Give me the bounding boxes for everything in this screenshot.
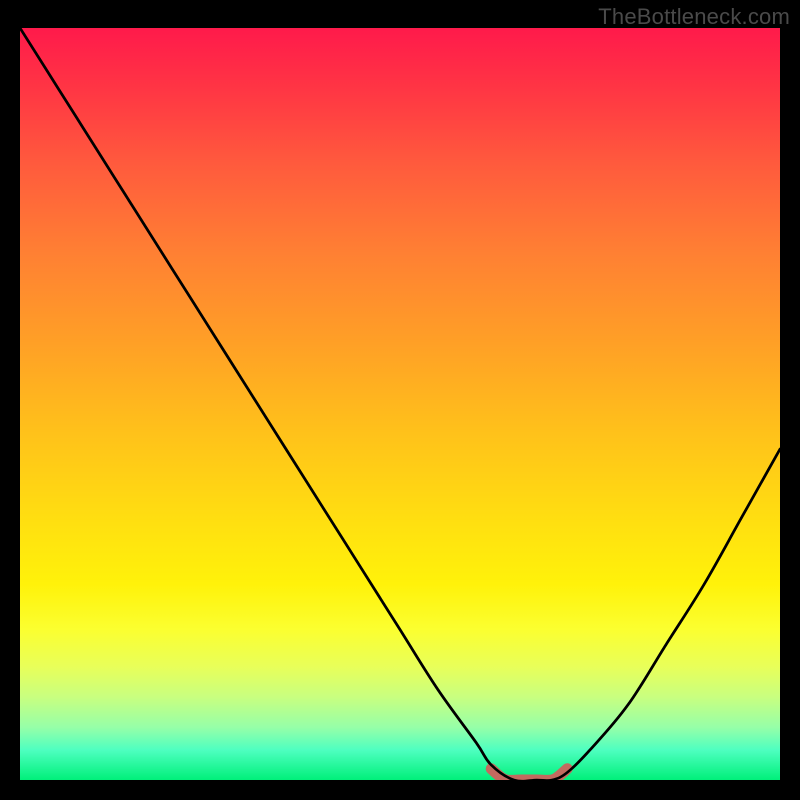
bottleneck-curve — [20, 28, 780, 780]
curve-layer — [20, 28, 780, 780]
chart-frame: TheBottleneck.com — [0, 0, 800, 800]
watermark-text: TheBottleneck.com — [598, 4, 790, 30]
bottleneck-curve-overlay — [20, 28, 780, 780]
plot-area — [20, 28, 780, 780]
